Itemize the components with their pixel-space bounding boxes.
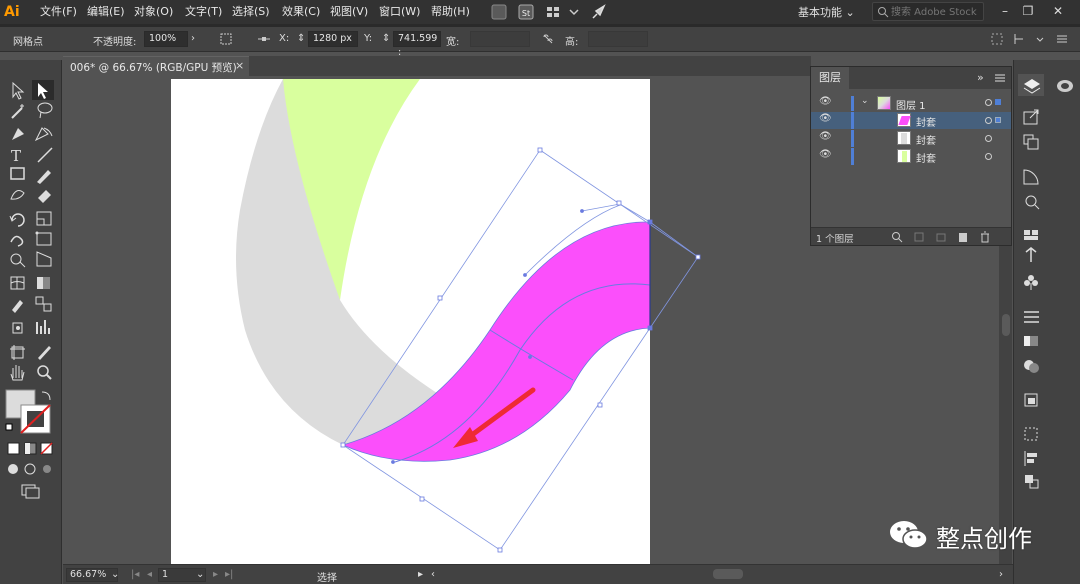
target-circle-icon[interactable] [985,99,992,106]
layer-thumbnail [877,96,891,110]
layers-panel-footer: 1 个图层 [811,227,1011,245]
chevron-down-icon[interactable]: ⌄ [111,569,119,580]
layer-name: 图层 1 [896,101,926,112]
make-clipping-mask-icon[interactable] [913,231,925,243]
previous-artboard-icon[interactable]: ◂ [147,569,152,580]
chevron-down-icon[interactable]: ⌄ [196,569,204,580]
layer-color-bar [851,130,854,147]
target-circle-icon[interactable] [985,117,992,124]
asset-export-icon[interactable] [1024,393,1038,407]
export-icon[interactable] [1023,109,1039,125]
symbols-icon[interactable] [1024,275,1038,290]
locate-object-icon[interactable] [891,231,903,243]
chevron-down-icon[interactable]: ⌄ [861,96,869,106]
last-artboard-icon[interactable]: ▸| [225,569,233,580]
gradient-panel-icon[interactable] [1024,336,1038,346]
next-artboard-icon[interactable]: ▸ [213,569,218,580]
create-sublayer-icon[interactable] [935,231,947,243]
visibility-eye-icon[interactable]: 👁 [819,113,832,124]
first-artboard-icon[interactable]: |◂ [131,569,139,580]
new-layer-icon[interactable] [957,231,969,243]
watermark-text: 整点创作 [936,525,1032,553]
envelope-thumbnail [897,131,911,145]
layer-row-envelope-3[interactable]: 👁 封套 [811,148,1011,165]
status-menu-arrow-icon[interactable]: ▸ [418,569,423,580]
transform-icon[interactable] [1024,427,1038,441]
transparency-icon[interactable] [1024,360,1039,373]
layer-name: 封套 [916,154,936,165]
envelope-thumbnail [897,149,911,163]
layer-row-envelope-1[interactable]: 👁 封套 [811,112,1011,129]
brushes-icon[interactable] [1025,247,1037,262]
layer-color-bar [851,96,854,111]
visibility-eye-icon[interactable]: 👁 [819,149,832,160]
layers-icon[interactable] [1023,79,1041,94]
collapse-panel-icon[interactable]: » [977,71,984,84]
appearance-icon[interactable] [1025,195,1040,210]
layer-color-bar [851,112,854,129]
scroll-right-icon[interactable]: › [999,569,1003,580]
color-guide-icon[interactable] [1023,169,1039,185]
target-circle-icon[interactable] [985,153,992,160]
layers-panel-header: 图层 » [811,67,1011,89]
selection-indicator[interactable] [995,99,1001,105]
dock-icons [1023,79,1073,489]
scroll-left-icon[interactable]: ‹ [431,569,435,580]
visibility-eye-icon[interactable]: 👁 [819,131,832,142]
layer-row-layer-1[interactable]: 👁 ⌄ 图层 1 [811,95,1011,112]
vertical-scroll-thumb[interactable] [1002,314,1010,336]
align-panel-icon[interactable] [1024,451,1037,466]
status-bar: 66.67% ⌄ |◂ ◂ 1 ⌄ ▸ ▸| 选择 ▸ ‹ › [63,564,1013,584]
layer-count-label: 1 个图层 [816,234,854,245]
envelope-thumbnail [897,113,911,127]
trash-icon[interactable] [979,231,991,243]
artboards-icon[interactable] [1023,134,1039,150]
tool-status-text: 选择 [317,573,337,584]
pathfinder-icon[interactable] [1025,475,1039,489]
swatches-icon[interactable] [1024,230,1038,240]
layers-tab[interactable]: 图层 [811,67,849,89]
visibility-eye-icon[interactable]: 👁 [819,96,832,107]
wechat-logo-icon [890,521,928,549]
selection-indicator[interactable] [995,117,1001,123]
layer-name: 封套 [916,118,936,129]
creative-cloud-libraries-icon[interactable] [1057,80,1073,92]
stroke-icon[interactable] [1024,311,1039,323]
layer-row-envelope-2[interactable]: 👁 封套 [811,130,1011,147]
layer-color-bar [851,148,854,165]
panel-menu-icon[interactable] [994,72,1006,84]
horizontal-scroll-thumb[interactable] [713,569,743,579]
layers-panel: 图层 » 👁 ⌄ 图层 1 👁 封套 👁 封套 👁 封套 1 个图层 [810,66,1012,246]
layer-name: 封套 [916,136,936,147]
target-circle-icon[interactable] [985,135,992,142]
